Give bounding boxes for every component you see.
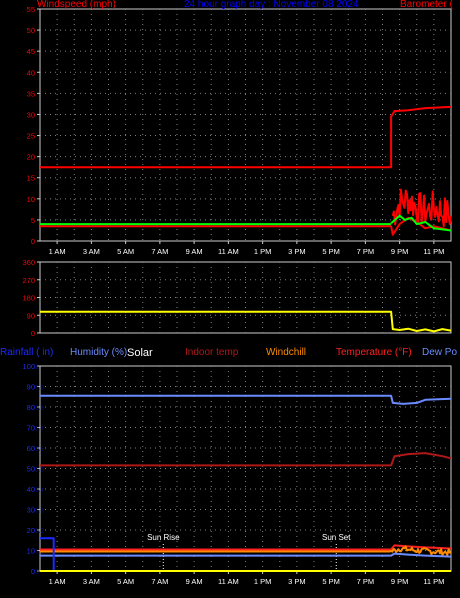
y-tick-label: 360: [22, 258, 35, 267]
x-tick-label: 11 AM: [218, 577, 239, 586]
x-tick-label: 9 AM: [186, 577, 203, 586]
secondary-y-tick-label: 0: [35, 569, 39, 576]
sun-marker-label: Sun Set: [322, 533, 351, 542]
series-wind-direction: [40, 310, 452, 333]
x-tick-label: 7 PM: [357, 247, 375, 256]
windspeed-axis-title: Windspeed (mph): [37, 0, 116, 10]
x-tick-label: 5 AM: [117, 577, 134, 586]
x-tick-label: 7 PM: [357, 577, 375, 586]
y-tick-label: 10: [27, 195, 35, 204]
series-indoor-temp: [40, 452, 452, 467]
y-tick-label: 40: [27, 68, 35, 77]
secondary-y-tick-label: 0.8: [35, 405, 44, 412]
y-tick-label: 20: [27, 153, 35, 162]
y-tick-label: 20: [27, 526, 35, 535]
y-tick-label: 100: [22, 362, 35, 371]
x-tick-label: 1 AM: [49, 247, 66, 256]
legend-indoor-temp: Indoor temp: [185, 347, 239, 358]
y-tick-label: 35: [27, 89, 35, 98]
x-tick-label: 7 AM: [151, 247, 168, 256]
y-tick-label: 30: [27, 506, 35, 515]
y-tick-label: 55: [27, 5, 35, 14]
x-tick-label: 1 AM: [49, 577, 66, 586]
y-tick-label: 30: [27, 110, 35, 119]
series-dew-point: [40, 552, 452, 558]
legend-temperature: Temperature (°F): [336, 347, 412, 358]
y-tick-label: 50: [27, 26, 35, 35]
y-tick-label: 0: [31, 329, 35, 338]
x-tick-label: 9 PM: [391, 577, 409, 586]
y-tick-label: 70: [27, 424, 35, 433]
x-tick-label: 5 PM: [322, 247, 340, 256]
sun-marker-label: Sun Rise: [147, 533, 180, 542]
x-tick-label: 11 PM: [423, 577, 444, 586]
legend-windchill: Windchill: [266, 347, 307, 358]
y-tick-label: 40: [27, 485, 35, 494]
y-tick-label: 5: [31, 216, 35, 225]
graph-date-title: 24 hour graph day : November 08 2024: [184, 0, 359, 10]
series-windchill: [40, 545, 452, 557]
secondary-y-tick-label: 0.4: [35, 487, 44, 494]
y-tick-label: 60: [27, 444, 35, 453]
secondary-y-tick-label: 0.7: [35, 426, 44, 433]
series-gust: [391, 188, 452, 228]
secondary-y-tick-label: 0.2: [35, 528, 44, 535]
series-barometer-trace: [40, 105, 452, 169]
x-tick-label: 3 AM: [83, 247, 100, 256]
x-tick-label: 1 PM: [254, 577, 272, 586]
legend-humidity: Humidity (%): [70, 347, 128, 358]
x-tick-label: 11 PM: [423, 247, 444, 256]
x-tick-label: 11 AM: [218, 247, 239, 256]
x-tick-label: 9 PM: [391, 247, 409, 256]
x-tick-label: 1 PM: [254, 247, 272, 256]
x-tick-label: 3 PM: [288, 247, 306, 256]
y-tick-label: 10: [27, 547, 35, 556]
y-tick-label: 50: [27, 465, 35, 474]
y-tick-label: 45: [27, 47, 35, 56]
legend-dew-point: Dew Po: [422, 347, 458, 358]
barometer-axis-title: Barometer (: [400, 0, 453, 10]
legend-rainfall: Rainfall ( in): [0, 347, 54, 358]
secondary-y-tick-label: 1: [35, 364, 39, 371]
secondary-y-tick-label: 0.5: [35, 467, 44, 474]
y-tick-label: 270: [22, 276, 35, 285]
secondary-y-tick-label: 0.9: [35, 385, 44, 392]
y-tick-label: 0: [31, 237, 35, 246]
secondary-y-tick-label: 0.3: [35, 508, 44, 515]
x-tick-label: 3 AM: [83, 577, 100, 586]
weather-graph: 05101520253035404550551 AM 3 AM 5 AM 7 AM 9 …: [22, 5, 452, 586]
x-tick-label: 5 PM: [322, 577, 340, 586]
y-tick-label: 80: [27, 403, 35, 412]
x-tick-label: 5 AM: [117, 247, 134, 256]
x-tick-label: 7 AM: [151, 577, 168, 586]
y-tick-label: 180: [22, 294, 35, 303]
y-tick-label: 90: [27, 311, 35, 320]
x-tick-label: 9 AM: [186, 247, 203, 256]
y-tick-label: 15: [27, 174, 35, 183]
y-tick-label: 90: [27, 383, 35, 392]
secondary-y-tick-label: 0.6: [35, 446, 44, 453]
legend-solar: Solar: [127, 347, 153, 359]
y-tick-label: 25: [27, 132, 35, 141]
x-tick-label: 3 PM: [288, 577, 306, 586]
